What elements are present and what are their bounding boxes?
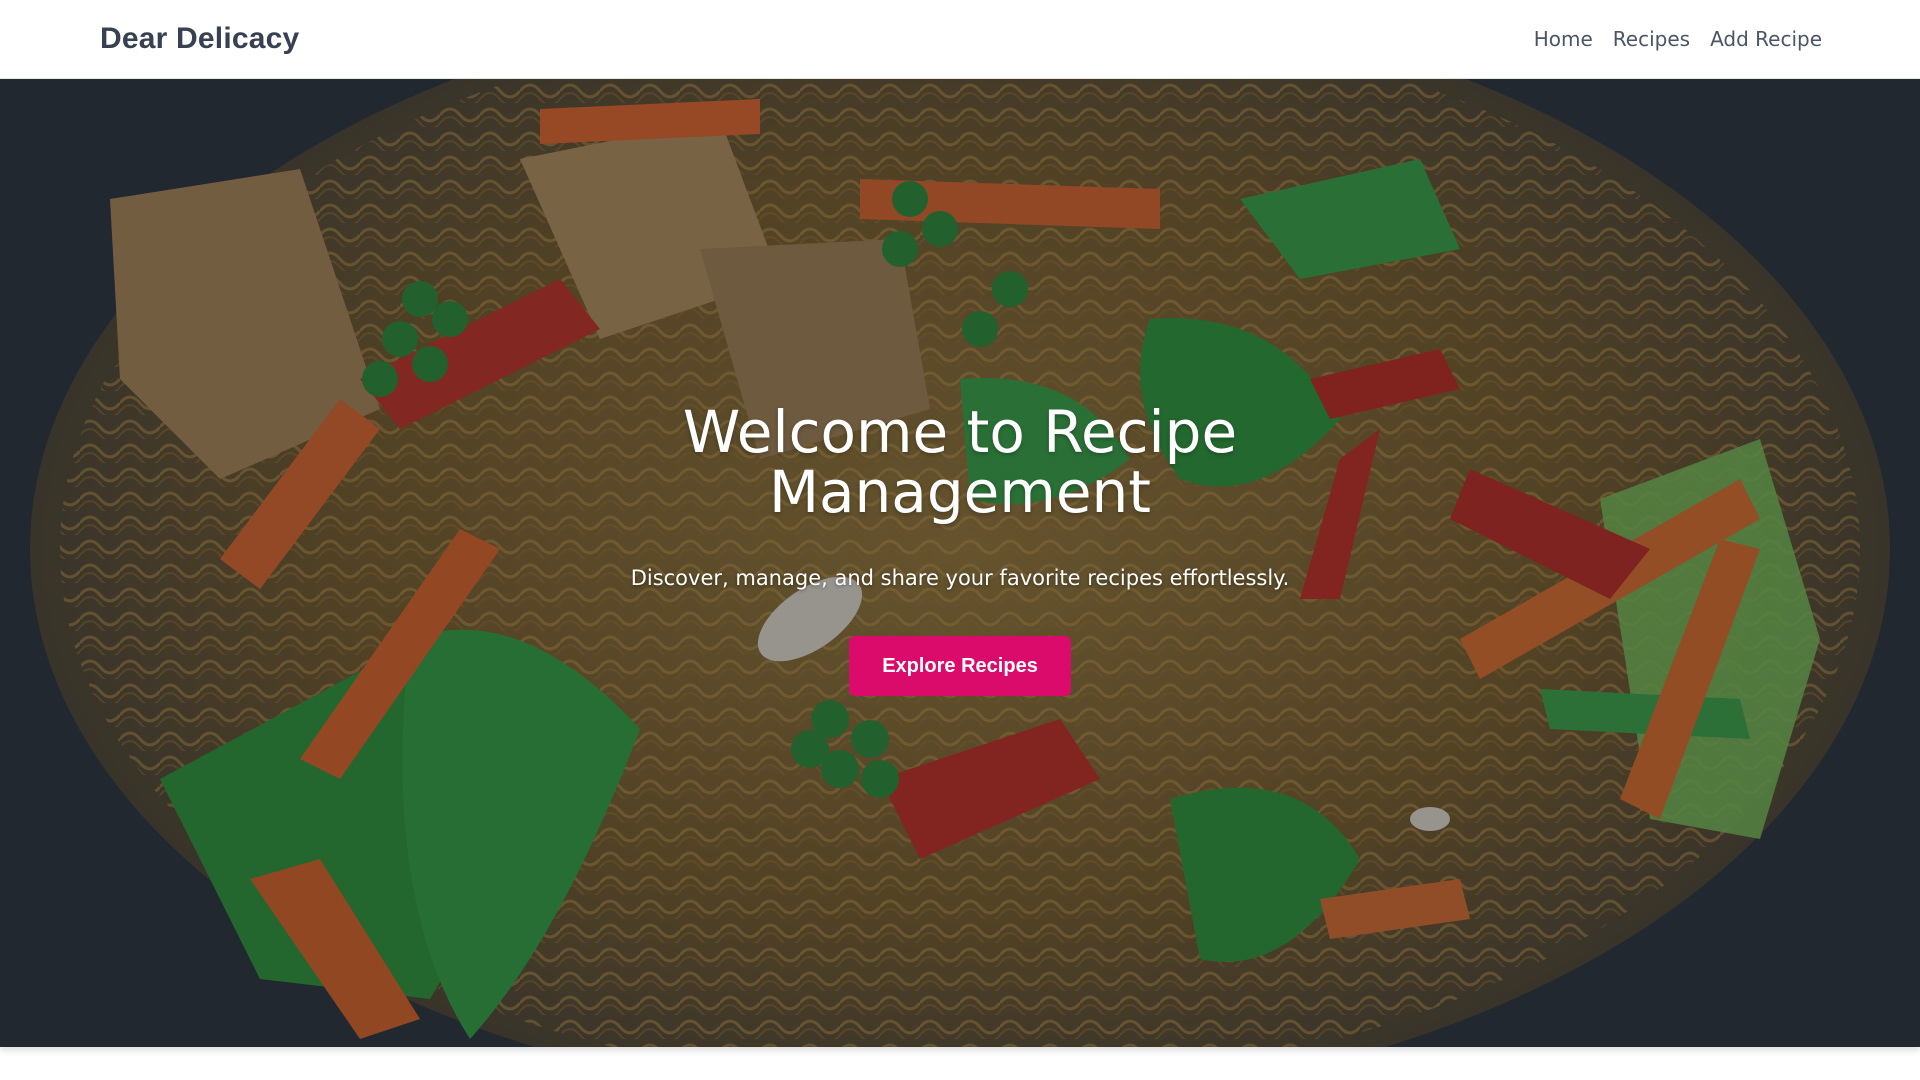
hero-section: Welcome to Recipe Management Discover, m… <box>0 79 1920 1047</box>
hero-subtitle: Discover, manage, and share your favorit… <box>630 566 1290 590</box>
navbar: Dear Delicacy Home Recipes Add Recipe <box>0 0 1920 79</box>
nav-link-home[interactable]: Home <box>1534 27 1593 51</box>
nav-link-add-recipe[interactable]: Add Recipe <box>1710 27 1822 51</box>
brand-logo[interactable]: Dear Delicacy <box>100 22 299 56</box>
nav-link-recipes[interactable]: Recipes <box>1613 27 1690 51</box>
hero-title: Welcome to Recipe Management <box>682 398 1238 526</box>
nav-links: Home Recipes Add Recipe <box>1534 27 1822 51</box>
hero-content: Welcome to Recipe Management Discover, m… <box>0 79 1920 1047</box>
explore-recipes-button[interactable]: Explore Recipes <box>849 636 1071 696</box>
